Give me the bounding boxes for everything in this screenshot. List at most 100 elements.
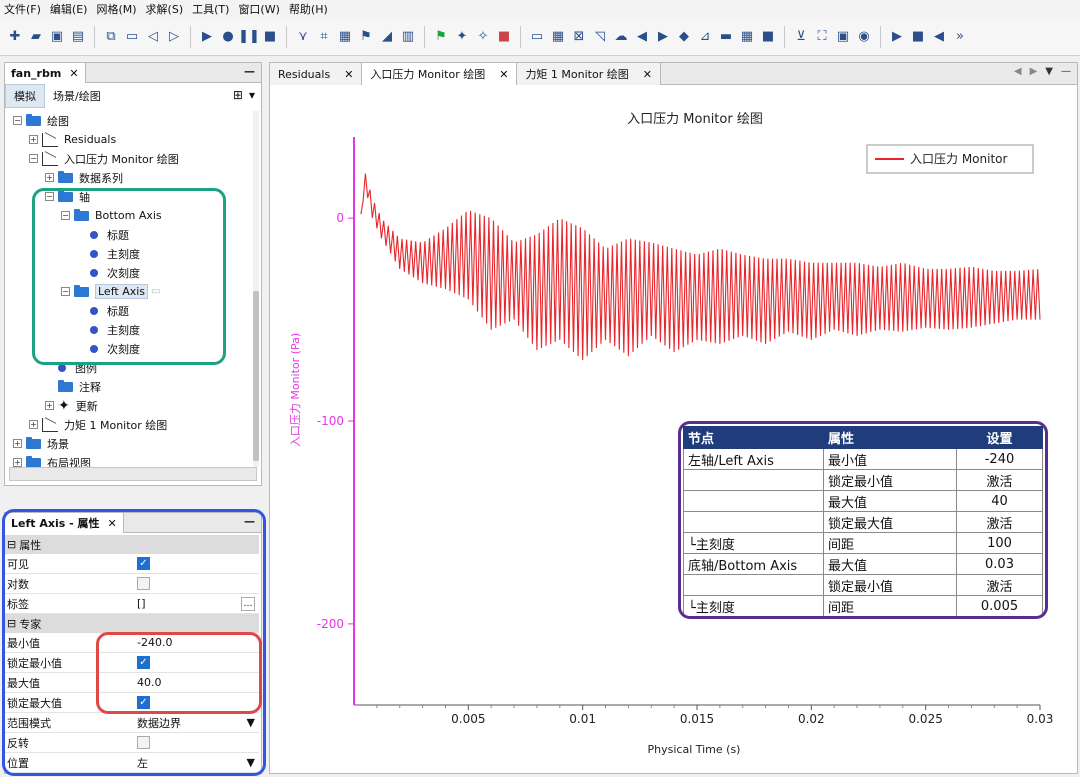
- run-icon[interactable]: ▶: [198, 28, 216, 46]
- close-icon[interactable]: ✕: [499, 68, 508, 81]
- menu-item-4[interactable]: 工具(T): [192, 1, 229, 17]
- tree-node[interactable]: 标题: [77, 225, 129, 244]
- forward-icon[interactable]: ▷: [165, 28, 183, 46]
- editor-tab-2[interactable]: 力矩 1 Monitor 绘图 ✕: [517, 63, 661, 85]
- visible-checkbox[interactable]: ✓: [137, 557, 150, 570]
- tree-node[interactable]: 次刻度: [77, 263, 140, 282]
- record-icon[interactable]: ●: [219, 28, 237, 46]
- copy-icon[interactable]: ⧉: [102, 28, 120, 46]
- max-value-field[interactable]: 40.0: [137, 676, 162, 689]
- flag-icon[interactable]: ⚑: [357, 28, 375, 46]
- play-icon[interactable]: ▶: [888, 28, 906, 46]
- tab-fan-rbm[interactable]: fan_rbm ✕: [5, 63, 86, 83]
- menu-item-5[interactable]: 窗口(W): [238, 1, 279, 17]
- menu-item-3[interactable]: 求解(S): [146, 1, 184, 17]
- ruler-icon[interactable]: ⊿: [696, 28, 714, 46]
- tree-node[interactable]: 主刻度: [77, 244, 140, 263]
- lock-min-checkbox[interactable]: ✓: [137, 656, 150, 669]
- subtab-scene-plot[interactable]: 场景/绘图: [45, 85, 109, 107]
- pause-icon[interactable]: ❚❚: [238, 28, 260, 46]
- chevron-right-icon[interactable]: ▶: [1030, 66, 1038, 77]
- tree-vertical-scrollbar[interactable]: [253, 111, 259, 467]
- arrow-right-icon[interactable]: ▶: [654, 28, 672, 46]
- tree-node[interactable]: − 绘图: [13, 111, 69, 130]
- menu-item-2[interactable]: 网格(M): [96, 1, 136, 17]
- collapse-icon[interactable]: −: [61, 287, 70, 296]
- expand-icon[interactable]: +: [45, 173, 54, 182]
- tree-node[interactable]: − Left Axis ▭: [61, 282, 160, 301]
- range-mode-select[interactable]: 数据边界: [137, 715, 181, 731]
- new-icon[interactable]: ✚: [6, 28, 24, 46]
- arrow-left-icon[interactable]: ◀: [633, 28, 651, 46]
- ellipsis-button[interactable]: …: [241, 596, 255, 611]
- cube-icon[interactable]: ▥: [399, 28, 417, 46]
- tag-value[interactable]: []: [137, 597, 146, 610]
- min-value-field[interactable]: -240.0: [137, 636, 172, 649]
- stop-red-icon[interactable]: ■: [495, 28, 513, 46]
- position-select[interactable]: 左: [137, 755, 148, 771]
- editor-tab-0[interactable]: Residuals ✕: [270, 63, 363, 85]
- table-icon[interactable]: ▬: [717, 28, 735, 46]
- monitor-icon[interactable]: ▭: [528, 28, 546, 46]
- tree-node[interactable]: 主刻度: [77, 320, 140, 339]
- tree-horizontal-scrollbar[interactable]: [9, 467, 257, 481]
- more-icon[interactable]: »: [951, 28, 969, 46]
- tree-hierarchy-icon[interactable]: ⊞: [233, 88, 243, 102]
- menu-item-1[interactable]: 编辑(E): [50, 1, 88, 17]
- editor-tab-1[interactable]: 入口压力 Monitor 绘图 ✕: [362, 63, 518, 85]
- mesh-edit-icon[interactable]: ⌗: [315, 28, 333, 46]
- expand-icon[interactable]: +: [45, 401, 54, 410]
- doc-icon[interactable]: ▭: [123, 28, 141, 46]
- tree-node[interactable]: 图例: [45, 358, 97, 377]
- tree-node[interactable]: − Bottom Axis: [61, 206, 162, 225]
- tree-node[interactable]: 次刻度: [77, 339, 140, 358]
- collapse-icon[interactable]: −: [45, 192, 54, 201]
- subtab-simulation[interactable]: 模拟: [5, 84, 45, 108]
- window-icon[interactable]: ▣: [834, 28, 852, 46]
- tree-node[interactable]: − 入口压力 Monitor 绘图: [29, 149, 179, 168]
- green-flag-icon[interactable]: ⚑: [432, 28, 450, 46]
- stop2-icon[interactable]: ■: [909, 28, 927, 46]
- section-expert[interactable]: ⊟ 专家: [5, 614, 259, 633]
- close-icon[interactable]: ✕: [69, 67, 78, 80]
- select-icon[interactable]: ⊠: [570, 28, 588, 46]
- menu-item-6[interactable]: 帮助(H): [289, 1, 328, 17]
- table2-icon[interactable]: ▦: [738, 28, 756, 46]
- tree-node[interactable]: + Residuals: [29, 130, 116, 149]
- cursor-icon[interactable]: ◹: [591, 28, 609, 46]
- mesh-icon[interactable]: ⋎: [294, 28, 312, 46]
- expand-icon[interactable]: +: [29, 420, 38, 429]
- close-icon[interactable]: ✕: [643, 68, 652, 81]
- grid-icon[interactable]: ▦: [336, 28, 354, 46]
- scrollbar-thumb[interactable]: [253, 291, 259, 461]
- stop-icon[interactable]: ■: [261, 28, 279, 46]
- prev-icon[interactable]: ◀: [930, 28, 948, 46]
- collapse-icon[interactable]: −: [29, 154, 38, 163]
- log-checkbox[interactable]: [137, 577, 150, 590]
- tree-node[interactable]: + 数据系列: [45, 168, 123, 187]
- open-folder-icon[interactable]: ▰: [27, 28, 45, 46]
- minimize-icon[interactable]: —: [244, 65, 255, 78]
- expand-icon[interactable]: +: [13, 439, 22, 448]
- chevron-left-icon[interactable]: ◀: [1014, 66, 1022, 77]
- cloud-icon[interactable]: ☁: [612, 28, 630, 46]
- section-properties[interactable]: ⊟ 属性: [5, 535, 259, 554]
- tree-node[interactable]: 注释: [45, 377, 101, 396]
- tree-node[interactable]: − 轴: [45, 187, 90, 206]
- minimize-icon[interactable]: —: [1061, 66, 1071, 77]
- chevron-down-icon[interactable]: ▼: [1045, 66, 1053, 77]
- chevron-down-icon[interactable]: ▼: [247, 756, 255, 769]
- shape-icon[interactable]: ◆: [675, 28, 693, 46]
- collapse-icon[interactable]: −: [61, 211, 70, 220]
- chevron-down-icon[interactable]: ▾: [249, 88, 255, 102]
- grid2-icon[interactable]: ▦: [549, 28, 567, 46]
- tree-node[interactable]: 标题: [77, 301, 129, 320]
- run-fast-icon[interactable]: ✧: [474, 28, 492, 46]
- tree-node[interactable]: + ✦ 更新: [45, 396, 98, 415]
- save-all-icon[interactable]: ▤: [69, 28, 87, 46]
- paint-icon[interactable]: ◉: [855, 28, 873, 46]
- tab-left-axis-properties[interactable]: Left Axis - 属性 ✕: [5, 513, 124, 533]
- tree-node[interactable]: + 场景: [13, 434, 69, 453]
- save-icon[interactable]: ▣: [48, 28, 66, 46]
- collapse-icon[interactable]: −: [13, 116, 22, 125]
